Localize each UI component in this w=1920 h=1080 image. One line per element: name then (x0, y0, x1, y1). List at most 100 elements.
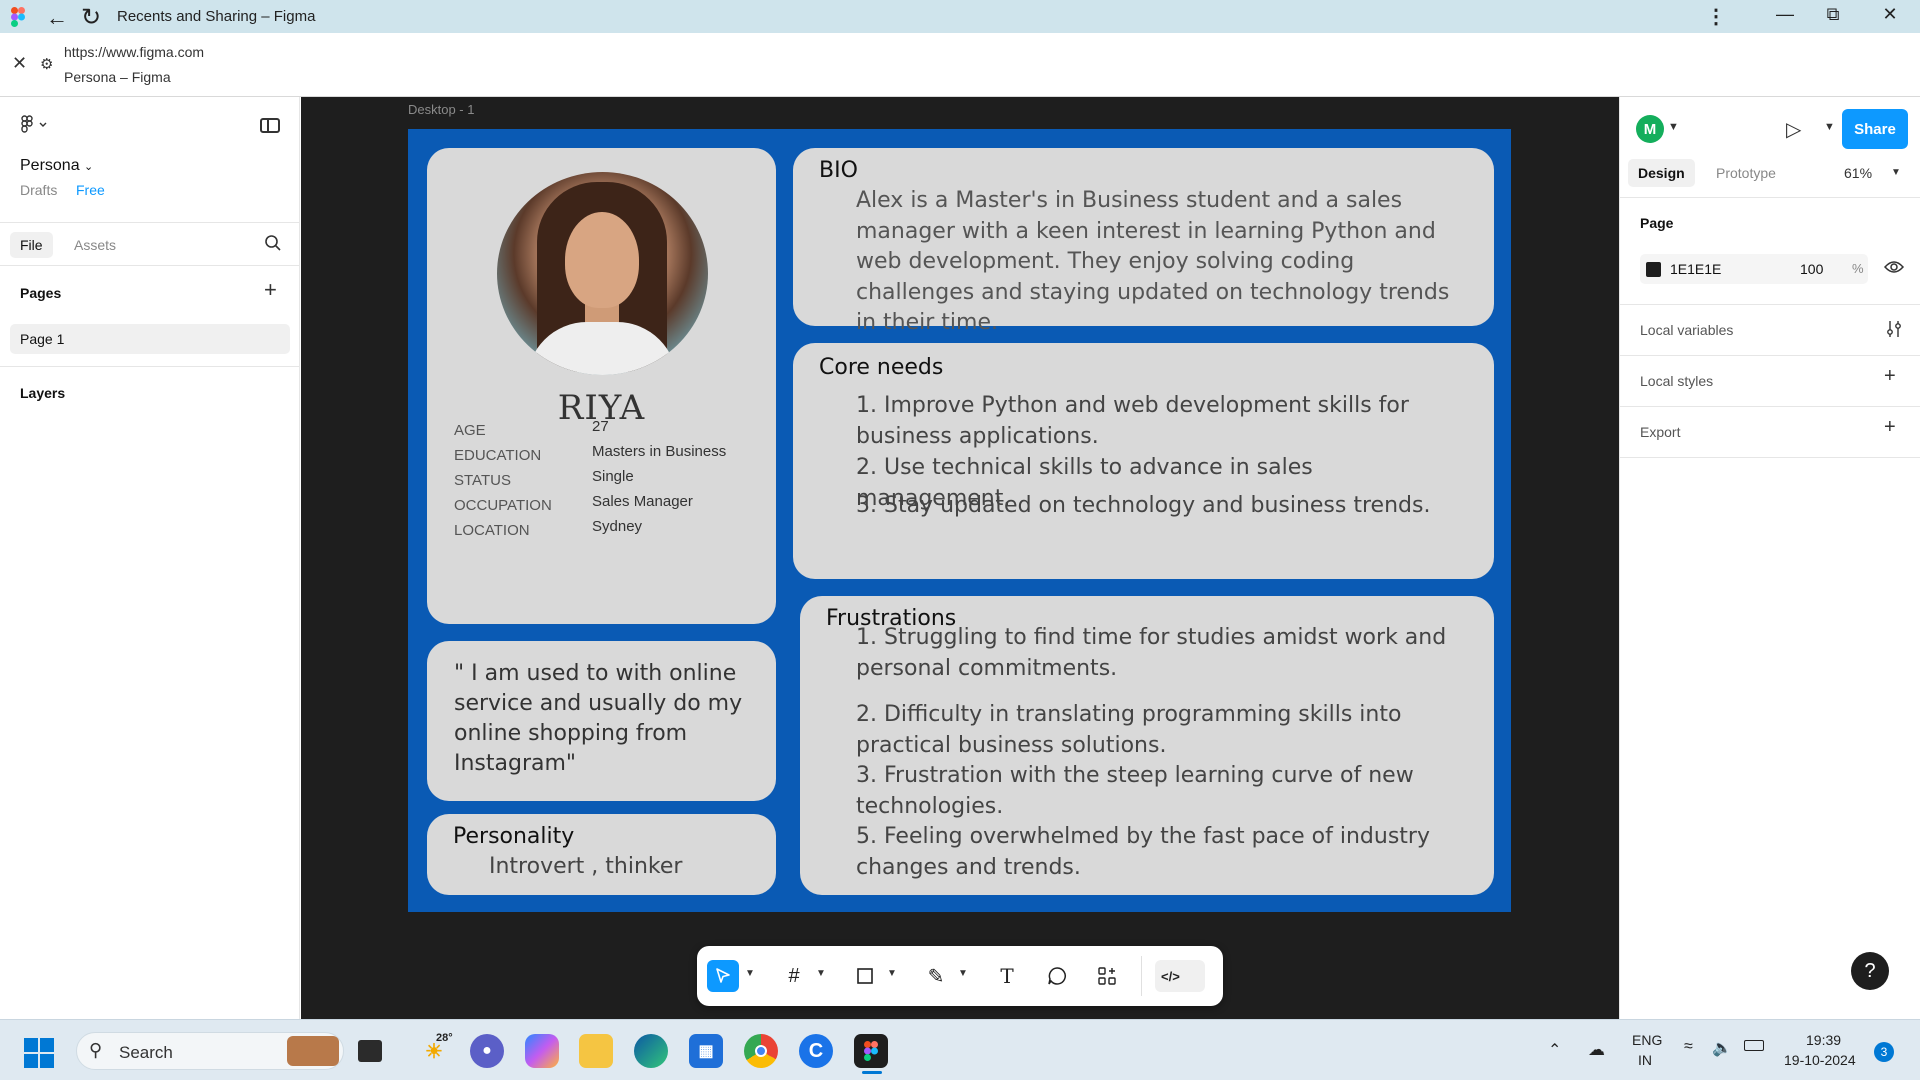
task-view-icon[interactable] (358, 1040, 382, 1062)
back-arrow-icon[interactable]: ← (46, 5, 68, 31)
local-variables-row[interactable]: Local variables (1640, 322, 1733, 338)
figma-menu-icon[interactable] (20, 115, 50, 135)
address-bar: ✕ ⚙ https://www.figma.com Persona – Figm… (0, 33, 1920, 97)
attr-label-age: AGE (454, 422, 486, 439)
volume-icon[interactable]: 🔈 (1712, 1038, 1732, 1058)
bio-card[interactable]: BIO Alex is a Master's in Business stude… (793, 148, 1494, 335)
copilot-icon[interactable] (525, 1034, 559, 1068)
more-options-icon[interactable]: ⋮ (1706, 4, 1726, 29)
add-style-icon[interactable]: + (1884, 365, 1896, 388)
restore-button[interactable]: ⧉ (1818, 4, 1848, 25)
divider (1620, 406, 1920, 407)
chevron-down-icon[interactable]: ▼ (1891, 167, 1901, 178)
help-button[interactable]: ? (1851, 952, 1889, 990)
persona-frame[interactable]: RIYA AGE 27 EDUCATION Masters in Busines… (408, 129, 1511, 912)
minimize-button[interactable]: — (1770, 4, 1800, 25)
chrome-icon[interactable] (744, 1034, 778, 1068)
tab-prototype[interactable]: Prototype (1716, 165, 1776, 181)
url-text[interactable]: https://www.figma.com (64, 44, 204, 60)
frame-label[interactable]: Desktop - 1 (408, 102, 474, 117)
windows-taskbar: ⚲ Search ☀ 28° ● ▦ C ⌃ ☁ ENG IN ≈ 🔈 19:39… (0, 1019, 1920, 1080)
export-row[interactable]: Export (1640, 424, 1680, 440)
page-list-item[interactable]: Page 1 (10, 324, 290, 354)
teams-chat-icon[interactable]: ● (470, 1034, 504, 1068)
sidebar-toggle-icon[interactable] (260, 118, 280, 133)
profile-photo[interactable] (497, 172, 708, 375)
design-canvas[interactable]: Desktop - 1 RIYA AGE 27 EDUCATION Master… (301, 97, 1619, 1019)
notification-badge[interactable]: 3 (1874, 1042, 1894, 1062)
reload-icon[interactable]: ↻ (81, 3, 101, 32)
chevron-down-icon[interactable]: ▼ (1824, 121, 1835, 133)
language-indicator-top[interactable]: ENG (1632, 1032, 1662, 1048)
left-panel-tabs: File Assets (0, 222, 300, 266)
frustrations-card[interactable]: Frustrations 1. Struggling to find time … (800, 596, 1494, 895)
zoom-level[interactable]: 61% (1844, 165, 1872, 181)
chevron-down-icon[interactable]: ▼ (887, 968, 897, 979)
chevron-down-icon[interactable]: ▼ (958, 968, 968, 979)
page-opacity-value[interactable]: 100 (1800, 261, 1823, 277)
wifi-icon[interactable]: ≈ (1684, 1038, 1693, 1056)
text-tool-icon[interactable]: T (991, 960, 1023, 992)
eye-icon[interactable] (1884, 259, 1904, 275)
taskbar-search-box[interactable]: ⚲ Search (76, 1032, 344, 1070)
present-play-icon[interactable]: ▷ (1786, 117, 1801, 142)
search-highlight-image (287, 1036, 339, 1066)
attr-label-education: EDUCATION (454, 447, 542, 464)
page-color-field[interactable]: 1E1E1E 100 % (1640, 254, 1868, 284)
personality-card[interactable]: Personality Introvert , thinker (427, 814, 776, 895)
comment-tool-icon[interactable] (1041, 960, 1073, 992)
pen-tool-icon[interactable]: ✎ (920, 960, 952, 992)
color-swatch[interactable] (1646, 262, 1661, 277)
search-icon[interactable] (264, 234, 282, 252)
chevron-down-icon[interactable]: ▼ (745, 968, 755, 979)
chevron-up-icon[interactable]: ⌃ (1548, 1040, 1561, 1060)
weather-icon[interactable]: ☀ 28° (414, 1032, 454, 1068)
variables-settings-icon[interactable] (1884, 319, 1904, 339)
edge-browser-icon[interactable] (634, 1034, 668, 1068)
language-indicator-bottom[interactable]: IN (1638, 1052, 1652, 1068)
share-button[interactable]: Share (1842, 109, 1908, 149)
add-page-icon[interactable]: + (264, 277, 277, 303)
rectangle-tool-icon[interactable] (849, 960, 881, 992)
tab-design[interactable]: Design (1628, 159, 1695, 187)
quote-card[interactable]: " I am used to with online service and u… (427, 641, 776, 801)
divider (1620, 355, 1920, 356)
frustration-item: 2. Difficulty in translating programming… (856, 702, 1402, 758)
tab-assets[interactable]: Assets (74, 237, 116, 253)
chevron-down-icon[interactable]: ▼ (1668, 121, 1679, 133)
local-styles-row[interactable]: Local styles (1640, 373, 1713, 389)
browser-title-bar: ← ↻ Recents and Sharing – Figma ⋮ — ⧉ ✕ (0, 0, 1920, 33)
page-color-hex[interactable]: 1E1E1E (1670, 261, 1721, 277)
drafts-label[interactable]: Drafts (20, 182, 57, 198)
attr-value-status: Single (592, 468, 634, 485)
page-section-heading: Page (1640, 215, 1674, 231)
dev-mode-toggle-icon[interactable]: </> (1155, 960, 1205, 992)
battery-icon[interactable] (1744, 1040, 1764, 1051)
move-tool-icon[interactable] (707, 960, 739, 992)
divider (1620, 457, 1920, 458)
bottom-toolbar: ▼ # ▼ ▼ ✎ ▼ T </> (697, 946, 1223, 1006)
microsoft-store-icon[interactable]: ▦ (689, 1034, 723, 1068)
close-window-button[interactable]: ✕ (1875, 4, 1905, 25)
project-name[interactable]: Persona ⌄ (20, 157, 93, 175)
core-needs-card[interactable]: Core needs 1. Improve Python and web dev… (793, 343, 1494, 579)
cloud-sync-icon[interactable]: ☁ (1588, 1040, 1605, 1060)
frame-tool-icon[interactable]: # (778, 960, 810, 992)
window-title: Recents and Sharing – Figma (117, 8, 316, 25)
add-export-icon[interactable]: + (1884, 416, 1896, 439)
close-icon[interactable]: ✕ (12, 53, 27, 74)
clock-time[interactable]: 19:39 (1806, 1032, 1841, 1048)
actions-tool-icon[interactable] (1091, 960, 1123, 992)
avatar[interactable]: M (1636, 115, 1664, 143)
tab-file[interactable]: File (10, 232, 53, 258)
c-app-icon[interactable]: C (799, 1034, 833, 1068)
figma-app-icon[interactable] (854, 1034, 888, 1068)
chevron-down-icon[interactable]: ▼ (816, 968, 826, 979)
windows-start-icon[interactable] (24, 1038, 54, 1068)
clock-date[interactable]: 19-10-2024 (1784, 1052, 1856, 1068)
file-explorer-icon[interactable] (579, 1034, 613, 1068)
profile-card[interactable]: RIYA AGE 27 EDUCATION Masters in Busines… (427, 148, 776, 624)
plan-badge[interactable]: Free (76, 182, 105, 198)
quote-text: " I am used to with online service and u… (454, 661, 743, 776)
site-info-icon[interactable]: ⚙ (40, 55, 53, 73)
